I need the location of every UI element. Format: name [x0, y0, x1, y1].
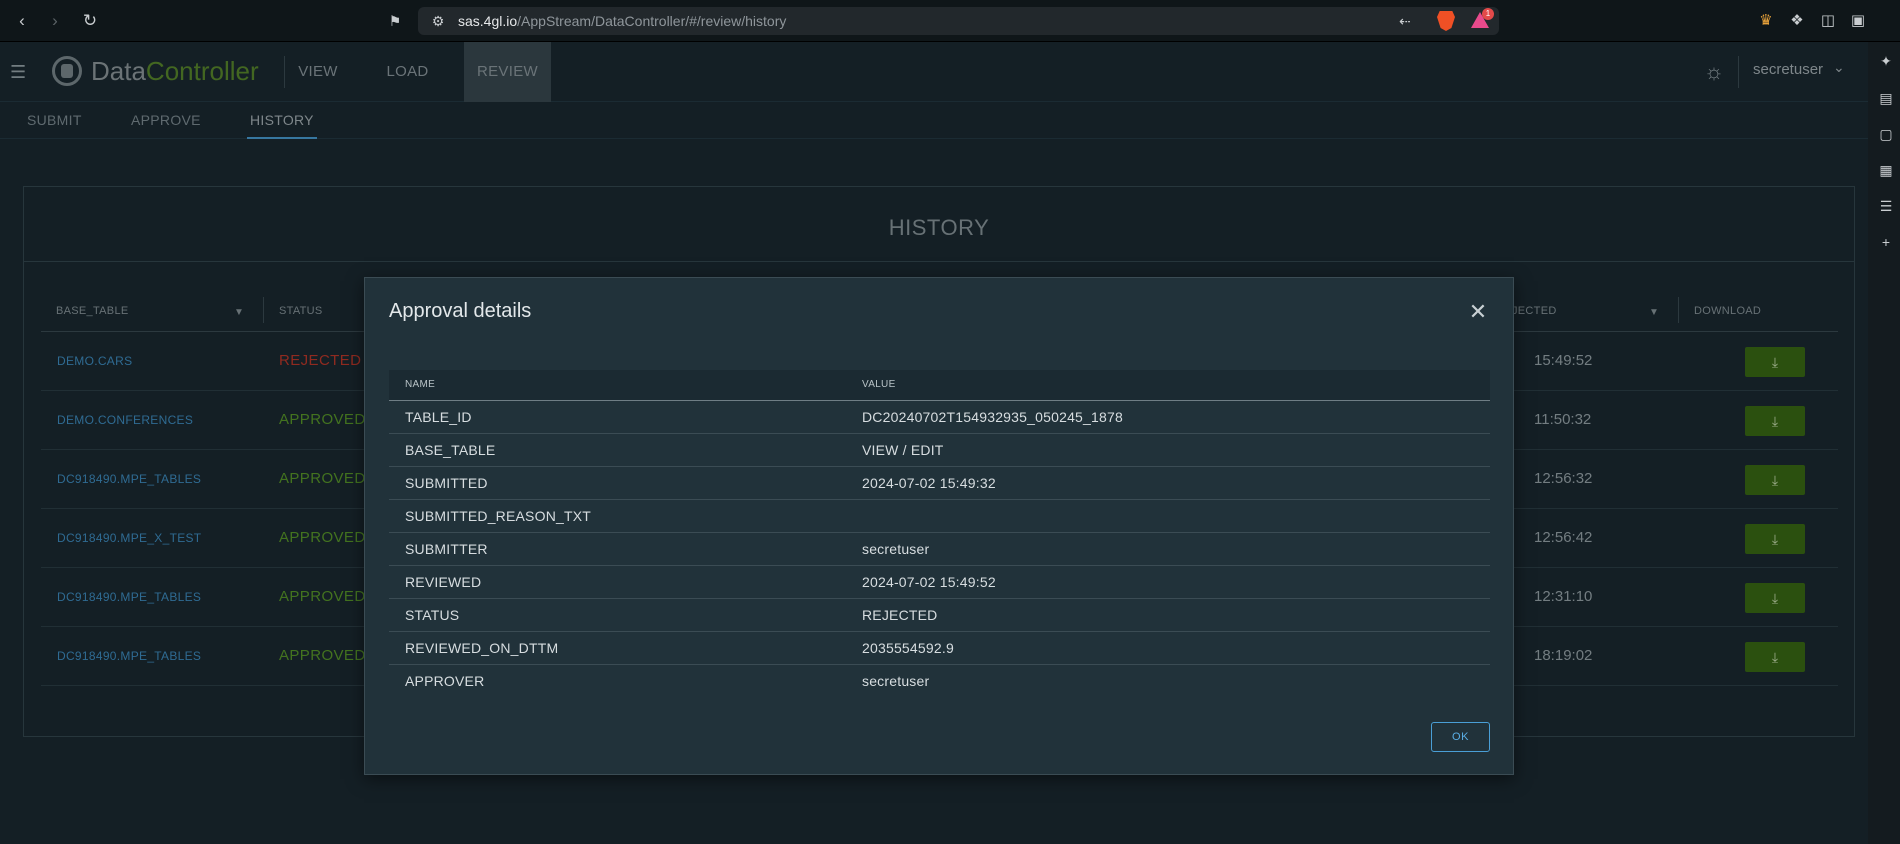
detail-value: 2024-07-02 15:49:52	[862, 574, 996, 590]
browser-sidebar: ✦ ▤ ▢ ▦ ☰ +	[1868, 42, 1900, 844]
site-settings-icon[interactable]: ⚙	[428, 11, 448, 31]
table-row: TABLE_ID DC20240702T154932935_050245_187…	[389, 401, 1490, 434]
detail-value: 2035554592.9	[862, 640, 954, 656]
modal-title: Approval details	[389, 300, 532, 322]
detail-name: BASE_TABLE	[405, 442, 496, 458]
ok-button[interactable]: OK	[1431, 722, 1490, 752]
leo-icon[interactable]: ✦	[1876, 51, 1896, 71]
table-row: STATUS REJECTED	[389, 599, 1490, 632]
detail-name: SUBMITTED	[405, 475, 488, 491]
detail-name: SUBMITTED_REASON_TXT	[405, 508, 592, 524]
url-path: /AppStream/DataController/#/review/histo…	[517, 13, 787, 29]
table-row: REVIEWED_ON_DTTM 2035554592.9	[389, 632, 1490, 665]
address-bar[interactable]: ⚙ sas.4gl.io/AppStream/DataController/#/…	[418, 7, 1499, 35]
column-header-value: VALUE	[862, 379, 896, 390]
notes-icon[interactable]: ☰	[1876, 196, 1896, 216]
table-row: SUBMITTER secretuser	[389, 533, 1490, 566]
bookmark-icon[interactable]: ⚑	[385, 11, 405, 31]
detail-value: secretuser	[862, 541, 930, 557]
detail-name: REVIEWED_ON_DTTM	[405, 640, 559, 656]
browser-toolbar: ‹ › ↻ ⚑ ⚙ sas.4gl.io/AppStream/DataContr…	[0, 0, 1900, 42]
share-icon[interactable]: ⇠	[1395, 11, 1415, 31]
history-icon[interactable]: ▦	[1876, 160, 1896, 180]
url-host: sas.4gl.io	[458, 13, 518, 29]
detail-name: APPROVER	[405, 673, 485, 689]
close-icon[interactable]: ✕	[1466, 300, 1490, 324]
table-row: SUBMITTED_REASON_TXT	[389, 500, 1490, 533]
detail-name: TABLE_ID	[405, 409, 472, 425]
url-text: sas.4gl.io/AppStream/DataController/#/re…	[458, 7, 786, 35]
add-panel-icon[interactable]: +	[1876, 232, 1896, 252]
extensions-puzzle-icon[interactable]: ❖	[1787, 11, 1807, 31]
detail-value: DC20240702T154932935_050245_1878	[862, 409, 1123, 425]
table-row: APPROVER secretuser	[389, 665, 1490, 698]
table-row: REVIEWED 2024-07-02 15:49:52	[389, 566, 1490, 599]
bookmarks-icon[interactable]: ▢	[1876, 124, 1896, 144]
approval-details-modal: Approval details ✕ NAME VALUE TABLE_ID D…	[364, 277, 1514, 775]
detail-name: STATUS	[405, 607, 460, 623]
table-row: BASE_TABLE VIEW / EDIT	[389, 434, 1490, 467]
extension-icon[interactable]: ♛	[1756, 11, 1776, 31]
detail-value: 2024-07-02 15:49:32	[862, 475, 996, 491]
detail-value: REJECTED	[862, 607, 938, 623]
rewards-badge: 1	[1482, 8, 1494, 20]
forward-icon[interactable]: ›	[45, 11, 65, 31]
detail-value: VIEW / EDIT	[862, 442, 944, 458]
detail-name: REVIEWED	[405, 574, 482, 590]
wallet-icon[interactable]: ▣	[1848, 11, 1868, 31]
detail-name: SUBMITTER	[405, 541, 488, 557]
table-row: SUBMITTED 2024-07-02 15:49:32	[389, 467, 1490, 500]
reload-icon[interactable]: ↻	[80, 11, 100, 31]
table-header: NAME VALUE	[389, 370, 1490, 401]
reading-list-icon[interactable]: ▤	[1876, 88, 1896, 108]
approval-details-table: NAME VALUE TABLE_ID DC20240702T154932935…	[389, 370, 1490, 698]
sidebar-toggle-icon[interactable]: ◫	[1818, 11, 1838, 31]
back-icon[interactable]: ‹	[12, 11, 32, 31]
column-header-name: NAME	[405, 379, 436, 390]
detail-value: secretuser	[862, 673, 930, 689]
